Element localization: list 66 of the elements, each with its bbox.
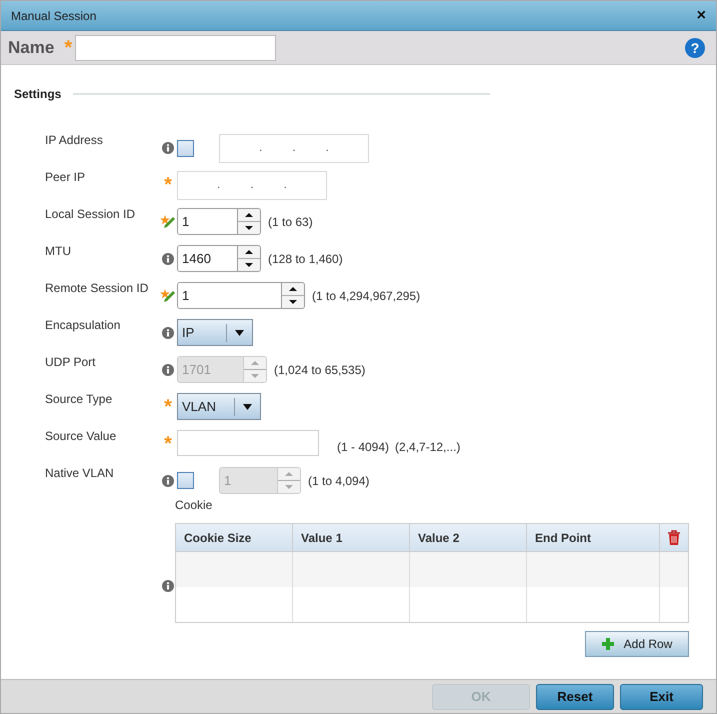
caret-icon (243, 404, 252, 410)
ip-separator: . (326, 141, 329, 156)
column-header: End Point (527, 524, 660, 551)
ip-address-field[interactable]: . . . (177, 171, 327, 200)
name-field[interactable] (75, 34, 276, 60)
field-label: Source Type (45, 391, 114, 408)
name-label: Name (8, 36, 54, 59)
range-hint: (1 - 4094) (337, 439, 390, 456)
column-header: Value 1 (293, 524, 410, 551)
selected-value: IP (182, 324, 194, 342)
add-row-button[interactable]: Add Row (585, 631, 689, 657)
required-asterisk: * (164, 174, 172, 194)
ip-separator: . (292, 141, 296, 156)
ip-address-field[interactable]: . . . (219, 134, 369, 163)
info-icon (162, 474, 174, 486)
field-label: Peer IP (45, 169, 86, 186)
ip-separator: . (284, 178, 287, 194)
required-pencil-icon (160, 214, 176, 230)
cookie-label: Cookie (175, 497, 212, 514)
info-icon (162, 252, 174, 264)
number-spinner[interactable]: 1 (177, 282, 305, 309)
dialog-button[interactable]: Reset (536, 684, 614, 710)
field-label: Native VLAN (45, 465, 115, 482)
ip-separator: . (259, 141, 262, 156)
selected-value: VLAN (182, 398, 216, 416)
range-hint: (1 to 63) (268, 214, 313, 230)
ip-separator: . (250, 178, 254, 194)
field-label: Source Value (45, 428, 118, 445)
number-value: 1 (220, 468, 277, 493)
field-label: UDP Port (45, 354, 96, 371)
caret-icon (235, 330, 244, 336)
dropdown-select[interactable]: VLAN (177, 393, 261, 420)
section-title: Settings (14, 86, 62, 103)
field-label: IP Address (45, 132, 104, 149)
field-label: MTU (45, 243, 72, 260)
range-hint: (1,024 to 65,535) (274, 362, 366, 378)
required-asterisk: * (164, 434, 172, 454)
number-value: 1701 (178, 357, 243, 382)
number-spinner[interactable]: 1460 (177, 245, 261, 272)
range-hint: (1 to 4,094) (308, 472, 370, 490)
range-hint: (128 to 1,460) (268, 250, 343, 268)
close-button[interactable]: × (696, 8, 706, 24)
info-icon (162, 580, 174, 592)
range-hint: (1 to 4,294,967,295) (312, 288, 420, 304)
ip-separator: . (217, 178, 220, 194)
info-icon (162, 142, 174, 154)
plus-icon (602, 638, 614, 650)
text-field[interactable] (177, 430, 319, 456)
window-title: Manual Session (11, 8, 96, 24)
info-icon (162, 364, 174, 376)
required-asterisk: * (164, 396, 172, 416)
column-header: Cookie Size (176, 524, 293, 551)
number-spinner[interactable]: 1 (177, 208, 261, 235)
checkbox[interactable] (177, 140, 194, 157)
field-label: Local Session ID (45, 206, 136, 223)
dropdown-select[interactable]: IP (177, 319, 253, 346)
dialog-button[interactable]: Exit (620, 684, 703, 710)
required-pencil-icon (160, 288, 176, 304)
info-icon (162, 326, 174, 338)
field-label: Remote Session ID (45, 280, 150, 297)
range-hint: (2,4,7-12,...) (395, 439, 460, 456)
column-header: Value 2 (410, 524, 527, 551)
help-button[interactable]: ? (685, 38, 705, 58)
trash-icon[interactable] (667, 530, 681, 546)
field-label: Encapsulation (45, 317, 122, 334)
required-asterisk: * (64, 36, 72, 58)
